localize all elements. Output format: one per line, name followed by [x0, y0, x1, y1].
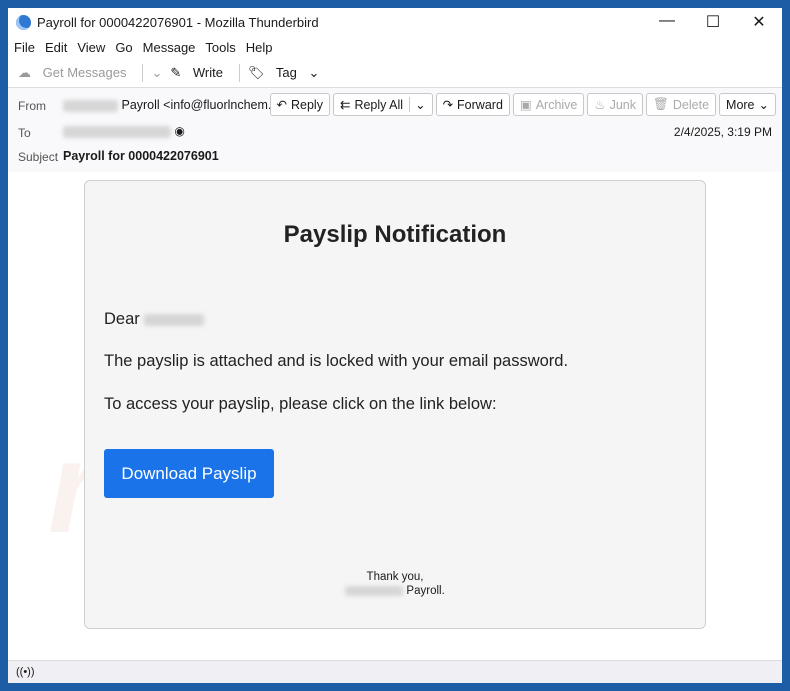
tag-icon: 🏷	[248, 64, 265, 80]
reply-all-button[interactable]: ⇇ Reply All ⌄	[332, 93, 433, 116]
email-title: Payslip Notification	[283, 221, 507, 248]
signature: Thank you, Payroll.	[85, 570, 705, 598]
menu-file[interactable]: File	[14, 40, 35, 55]
from-label: From	[18, 99, 46, 113]
junk-flame-icon: ♨	[594, 98, 606, 112]
to-field[interactable]: ◉	[63, 124, 185, 138]
forward-button[interactable]: ↷ Forward	[435, 93, 510, 116]
close-button[interactable]: ✕	[736, 12, 782, 32]
menu-tools[interactable]: Tools	[205, 40, 235, 55]
menu-help[interactable]: Help	[246, 40, 273, 55]
more-button[interactable]: More ⌄	[719, 93, 776, 116]
reply-all-icon: ⇇	[339, 98, 351, 112]
get-messages-dropdown-icon[interactable]: ⌄	[151, 65, 162, 81]
subject-label: Subject	[18, 150, 59, 164]
contact-icon: ◉	[174, 124, 185, 138]
menu-go[interactable]: Go	[115, 40, 132, 55]
redacted-company	[345, 585, 404, 596]
to-label: To	[18, 126, 31, 140]
menu-view[interactable]: View	[77, 40, 105, 55]
write-button[interactable]: ✎ Write	[170, 65, 231, 81]
message-date: 2/4/2025, 3:19 PM	[673, 125, 772, 139]
title-bar: Payroll for 0000422076901 - Mozilla Thun…	[8, 8, 782, 36]
thunderbird-window: Payroll for 0000422076901 - Mozilla Thun…	[8, 8, 782, 683]
main-toolbar: ☁ Get Messages ⌄ ✎ Write 🏷 Tag ⌄	[8, 58, 782, 88]
delete-button[interactable]: 🗑 Delete	[646, 93, 717, 116]
minimize-button[interactable]: —	[644, 12, 690, 32]
archive-button[interactable]: ▣ Archive	[512, 93, 585, 116]
divider	[142, 63, 144, 82]
status-bar: ((•))	[8, 660, 782, 683]
pencil-icon: ✎	[170, 64, 182, 80]
message-header: From Payroll <info@fluorlnchem.com> ◉ To…	[8, 88, 782, 174]
redacted-sender-name	[63, 99, 118, 112]
thunderbird-logo-icon	[16, 14, 31, 30]
archive-icon: ▣	[519, 98, 532, 112]
redacted-name	[144, 313, 205, 326]
menu-message[interactable]: Message	[143, 40, 196, 55]
closing: Thank you,	[366, 571, 424, 583]
reply-icon: ↶	[276, 98, 287, 112]
email-card: Payslip Notification Dear The payslip is…	[84, 180, 706, 629]
menu-edit[interactable]: Edit	[45, 40, 67, 55]
tag-button[interactable]: 🏷 Tag ⌄	[248, 65, 319, 81]
signature-line: Payroll.	[85, 584, 705, 598]
forward-icon: ↷	[442, 98, 454, 112]
window-title: Payroll for 0000422076901 - Mozilla Thun…	[37, 14, 319, 30]
maximize-button[interactable]: ☐	[690, 12, 736, 32]
menu-bar: File Edit View Go Message Tools Help	[8, 36, 782, 58]
greeting: Dear	[104, 310, 205, 329]
cloud-icon: ☁	[18, 64, 31, 80]
reply-button[interactable]: ↶ Reply	[269, 93, 330, 116]
subject-value: Payroll for 0000422076901	[63, 149, 219, 163]
body-line-1: The payslip is attached and is locked wi…	[104, 352, 569, 370]
redacted-recipient	[63, 125, 171, 138]
body-line-2: To access your payslip, please click on …	[104, 395, 497, 413]
reply-all-dropdown-icon[interactable]: ⌄	[409, 97, 426, 112]
junk-button[interactable]: ♨ Junk	[587, 93, 644, 116]
activity-icon[interactable]: ((•))	[16, 666, 35, 678]
divider	[239, 63, 240, 82]
trash-icon: 🗑	[653, 97, 669, 111]
message-body: risk.com Payslip Notification Dear The p…	[8, 172, 782, 660]
download-payslip-button[interactable]: Download Payslip	[104, 449, 274, 498]
get-messages-button[interactable]: ☁ Get Messages	[18, 65, 134, 81]
